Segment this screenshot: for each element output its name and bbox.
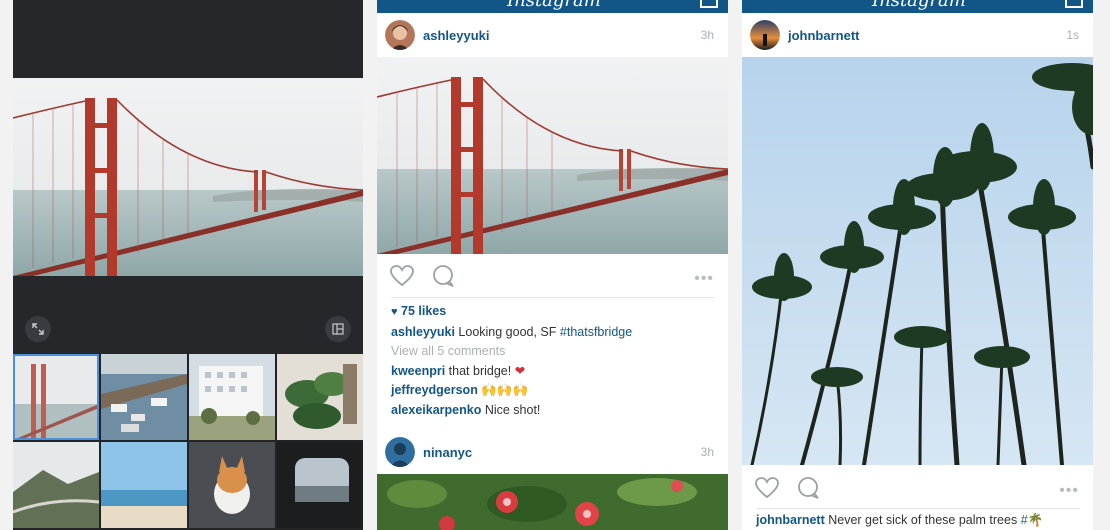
- post-username[interactable]: ninanyc: [423, 445, 472, 460]
- layout-icon[interactable]: [325, 316, 351, 342]
- post-header: ninanyc 3h: [377, 430, 728, 474]
- post-header: ashleyyuki 3h: [377, 13, 728, 57]
- post-meta: ♥ 75 likes ashleyyuki Looking good, SF #…: [391, 302, 721, 420]
- hashtag-link[interactable]: #thatsfbridge: [560, 325, 632, 339]
- post-actions: •••: [377, 258, 728, 294]
- app-header: Instagram: [377, 0, 728, 13]
- post-actions: •••: [742, 470, 1093, 506]
- divider: [756, 508, 1080, 509]
- picker-header: [13, 0, 363, 78]
- picker-preview[interactable]: [13, 78, 363, 276]
- instagram-logo: Instagram: [872, 0, 966, 11]
- heart-emoji-icon: ❤: [514, 363, 526, 378]
- thumbnail-white-building[interactable]: [189, 354, 275, 440]
- comment-row: jeffreydgerson 🙌🙌🙌: [391, 381, 721, 401]
- comment-username[interactable]: kweenpri: [391, 364, 445, 378]
- post-header: johnbarnett 1s: [742, 13, 1093, 57]
- comment-text: Nice shot!: [484, 402, 541, 417]
- post-username[interactable]: johnbarnett: [788, 28, 860, 43]
- caption: johnbarnett Never get sick of these palm…: [756, 511, 1086, 530]
- comment-bubble-icon[interactable]: [431, 264, 457, 293]
- palm-tree-emoji-icon: 🌴: [1027, 513, 1044, 527]
- caption: ashleyyuki Looking good, SF #thatsfbridg…: [391, 323, 721, 343]
- post-photo[interactable]: [377, 57, 728, 254]
- picker-toolbar: [13, 276, 363, 354]
- bridge-preview-image: [13, 78, 363, 276]
- divider: [391, 297, 715, 298]
- feed-panel-1: Instagram ashleyyuki 3h ••• ♥ 75 likes a…: [377, 0, 728, 530]
- photo-picker-panel: [13, 0, 363, 530]
- caption-username[interactable]: ashleyyuki: [391, 325, 455, 339]
- post-username[interactable]: ashleyyuki: [423, 28, 490, 43]
- more-options-icon[interactable]: •••: [1059, 482, 1079, 500]
- view-all-comments-link[interactable]: View all 5 comments: [391, 342, 721, 362]
- raised-hands-emoji-icon: 🙌🙌🙌: [481, 383, 529, 397]
- like-heart-icon[interactable]: [754, 476, 780, 505]
- thumbnail-golden-gate[interactable]: [13, 354, 99, 440]
- like-heart-icon[interactable]: [389, 264, 415, 293]
- avatar[interactable]: [385, 20, 415, 50]
- likes-count[interactable]: ♥ 75 likes: [391, 302, 721, 323]
- caption-username[interactable]: johnbarnett: [756, 513, 825, 527]
- avatar[interactable]: [385, 437, 415, 467]
- thumbnail-corgi[interactable]: [189, 442, 275, 528]
- more-options-icon[interactable]: •••: [694, 270, 714, 288]
- feed-panel-2: Instagram johnbarnett 1s ••• johnbarnett…: [742, 0, 1093, 530]
- thumbnail-beach[interactable]: [101, 442, 187, 528]
- thumbnail-window-view[interactable]: [277, 442, 363, 528]
- avatar[interactable]: [750, 20, 780, 50]
- post-time: 3h: [700, 445, 714, 459]
- inbox-icon[interactable]: [700, 0, 718, 8]
- post-time: 3h: [700, 28, 714, 42]
- thumbnail-houseplant[interactable]: [277, 354, 363, 440]
- caption-text: Never get sick of these palm trees: [828, 513, 1018, 527]
- thumbnail-grid: [13, 354, 363, 530]
- hashtag-link[interactable]: #: [1021, 513, 1028, 527]
- comment-username[interactable]: jeffreydgerson: [391, 383, 478, 397]
- palm-trees-photo: [742, 57, 1093, 465]
- post-meta: johnbarnett Never get sick of these palm…: [756, 511, 1086, 530]
- comment-row: kweenpri that bridge! ❤: [391, 362, 721, 382]
- post-photo[interactable]: [742, 57, 1093, 465]
- comment-text: that bridge!: [448, 363, 512, 378]
- post-photo[interactable]: [377, 474, 728, 530]
- flowers-photo: [377, 474, 728, 530]
- caption-text: Looking good, SF: [458, 324, 557, 339]
- thumbnail-harbor-boats[interactable]: [101, 354, 187, 440]
- expand-icon[interactable]: [25, 316, 51, 342]
- post-time: 1s: [1066, 28, 1079, 42]
- comment-username[interactable]: alexeikarpenko: [391, 403, 481, 417]
- comment-row: alexeikarpenko Nice shot!: [391, 401, 721, 421]
- heart-small-icon: ♥: [391, 306, 398, 318]
- bridge-photo: [377, 57, 728, 254]
- comment-bubble-icon[interactable]: [796, 476, 822, 505]
- app-header: Instagram: [742, 0, 1093, 13]
- thumbnail-mountain-road[interactable]: [13, 442, 99, 528]
- instagram-logo: Instagram: [507, 0, 601, 11]
- inbox-icon[interactable]: [1065, 0, 1083, 8]
